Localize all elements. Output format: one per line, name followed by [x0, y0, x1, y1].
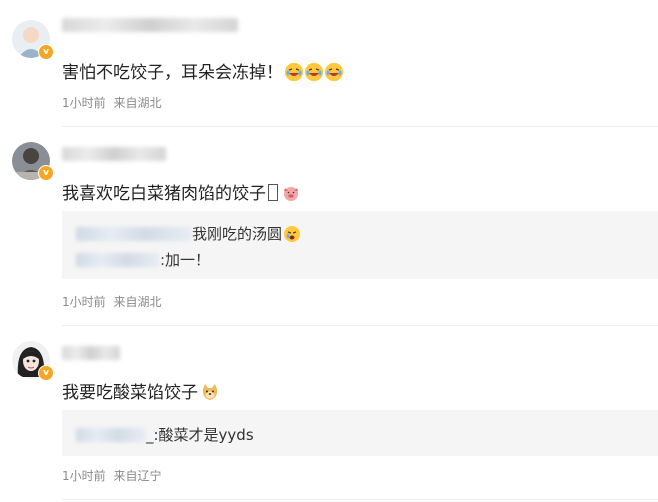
comment-meta: 1小时前 来自辽宁	[62, 467, 161, 484]
reply-box: 我刚吃的汤圆 :加一！	[62, 211, 658, 279]
reply-text: 我刚吃的汤圆	[192, 225, 283, 243]
comment-text-content: 我喜欢吃白菜猪肉馅的饺子	[62, 184, 266, 204]
divider	[62, 499, 658, 500]
verified-badge-icon: v	[38, 165, 54, 181]
reply-box: _:酸菜才是yyds	[62, 410, 658, 456]
reply-item: 我刚吃的汤圆	[76, 223, 301, 244]
comment-meta: 1小时前 来自湖北	[62, 94, 161, 111]
comment-text: 害怕不吃饺子，耳朵会冻掉！	[62, 58, 343, 83]
comment-text-content: 害怕不吃饺子，耳朵会冻掉！	[62, 63, 283, 83]
doge-emoji-icon	[201, 383, 219, 401]
comment-meta: 1小时前 来自湖北	[62, 293, 161, 310]
comment-item: v 我要吃酸菜馅饺子 _:酸菜才是yyds 1小时前 来自辽宁	[0, 326, 658, 502]
crying-emoji-icon	[284, 226, 301, 242]
verified-badge-icon: v	[38, 365, 54, 381]
comment-text-content: 我要吃酸菜馅饺子	[62, 383, 198, 403]
laughing-tears-emoji-icon	[285, 63, 303, 81]
comment-item: v 害怕不吃饺子，耳朵会冻掉！ 1小时前 来自湖北	[0, 0, 658, 127]
reply-username[interactable]	[76, 428, 146, 442]
comment-time: 1小时前	[62, 295, 106, 309]
pig-emoji-icon	[282, 184, 300, 202]
comment-location: 来自湖北	[113, 295, 162, 309]
comment-location: 来自湖北	[113, 96, 162, 110]
laughing-tears-emoji-icon	[305, 63, 323, 81]
comment-time: 1小时前	[62, 96, 106, 110]
reply-item: _:酸菜才是yyds	[76, 424, 254, 445]
username[interactable]	[62, 147, 166, 161]
comment-time: 1小时前	[62, 469, 106, 483]
username[interactable]	[62, 18, 238, 32]
username[interactable]	[62, 346, 120, 360]
reply-item: :加一！	[76, 249, 210, 270]
reply-username[interactable]	[76, 227, 192, 241]
comment-location: 来自辽宁	[113, 469, 162, 483]
verified-badge-icon: v	[38, 44, 54, 60]
comment-text: 我喜欢吃白菜猪肉馅的饺子	[62, 179, 300, 204]
comment-item: v 我喜欢吃白菜猪肉馅的饺子 我刚吃的汤圆 :加一！ 1小时前 来自湖北	[0, 127, 658, 326]
comment-text: 我要吃酸菜馅饺子	[62, 378, 219, 403]
reply-text: _:酸菜才是yyds	[146, 426, 254, 444]
missing-glyph-box	[268, 184, 278, 201]
laughing-tears-emoji-icon	[325, 63, 343, 81]
reply-text: :加一！	[160, 251, 211, 269]
reply-username[interactable]	[76, 253, 160, 267]
